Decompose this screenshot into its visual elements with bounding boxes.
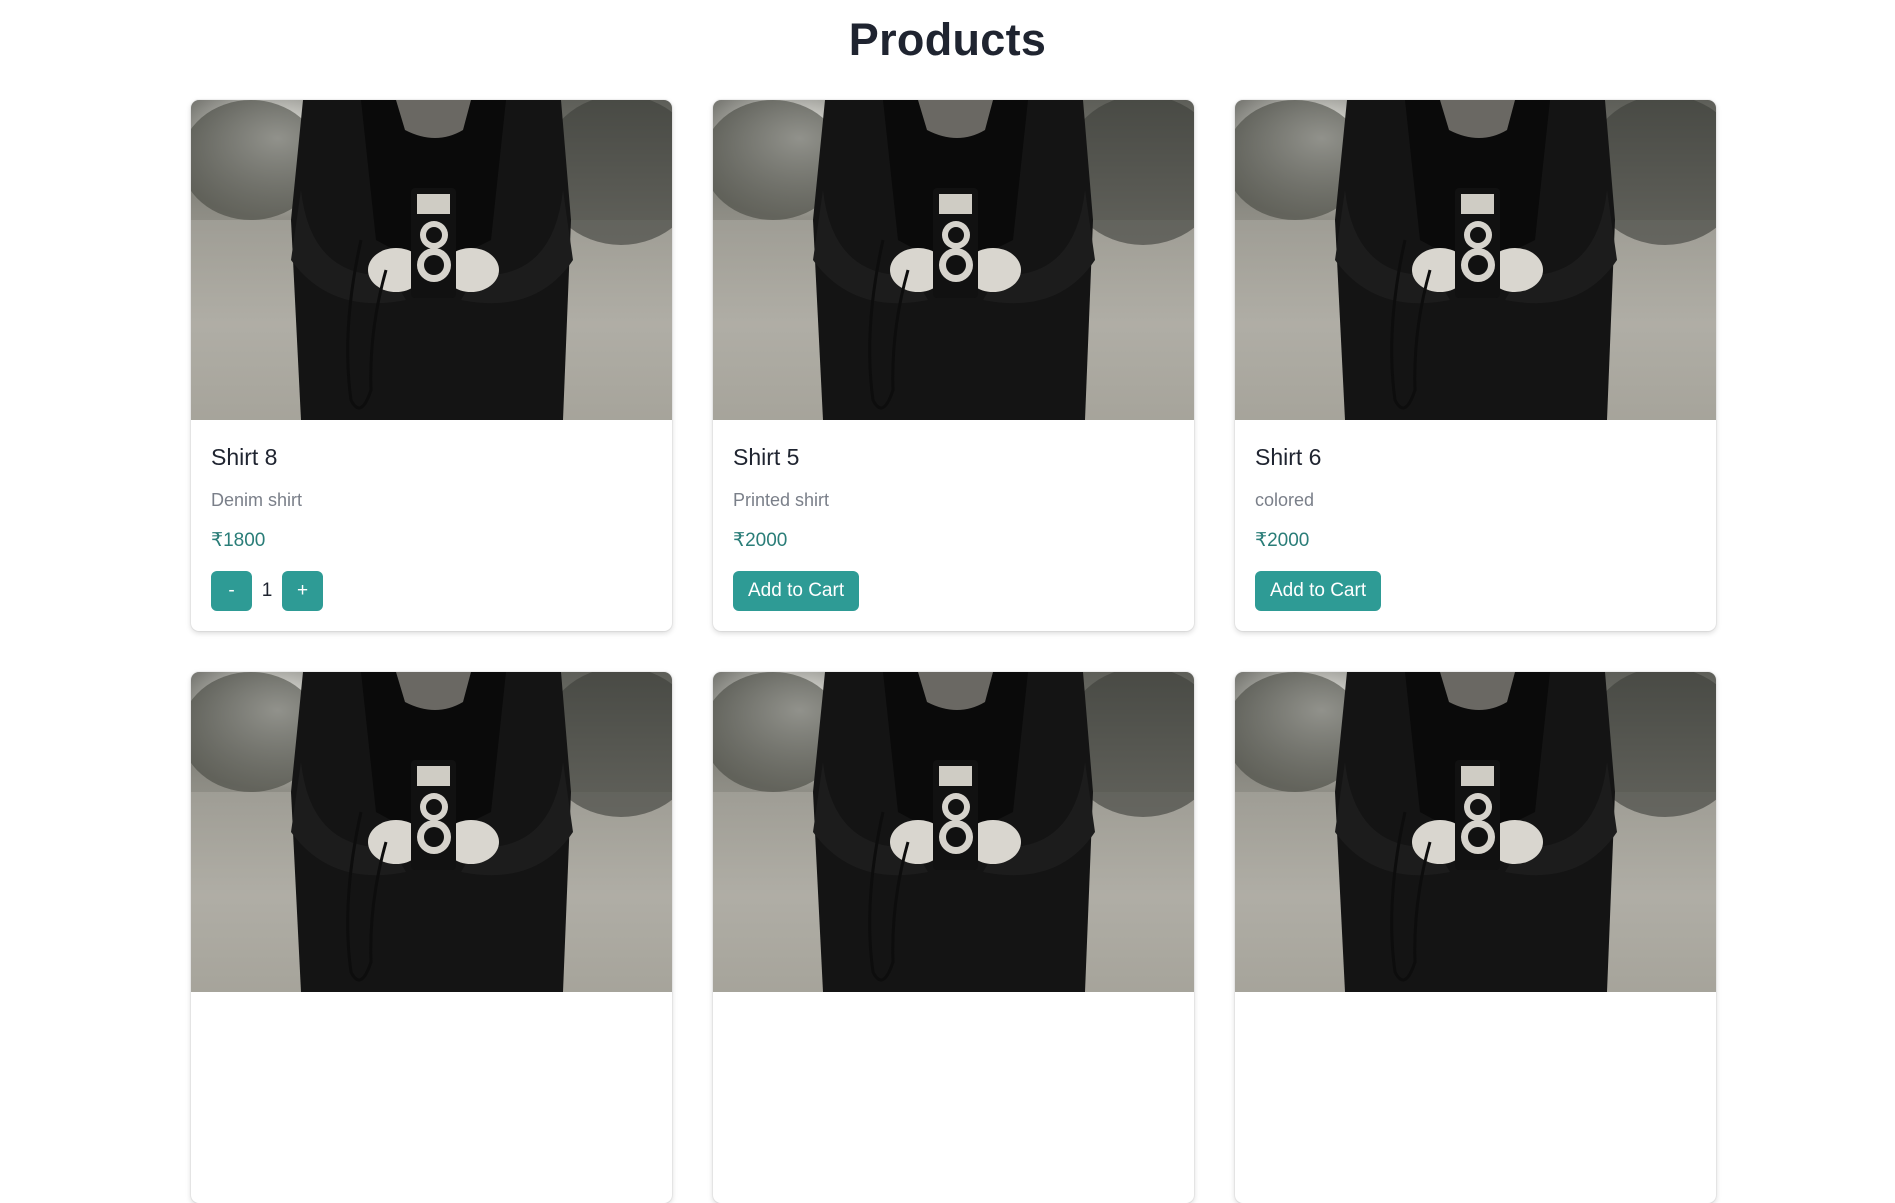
- product-price: ₹2000: [1255, 530, 1310, 551]
- product-price: ₹2000: [733, 530, 788, 551]
- product-description: colored: [1255, 490, 1315, 510]
- page-title: Products: [848, 14, 1047, 65]
- product-image: [191, 672, 672, 992]
- product-name: Shirt 5: [733, 444, 800, 470]
- product-card: [191, 672, 672, 1203]
- product-image: [1235, 672, 1716, 992]
- add-to-cart-button[interactable]: Add to Cart: [733, 571, 860, 611]
- product-grid: Shirt 8 Denim shirt ₹1800 - 1 + Shirt 5 …: [191, 100, 1716, 1203]
- product-image: [191, 100, 672, 420]
- product-name: Shirt 8: [211, 444, 278, 470]
- increase-quantity-button[interactable]: +: [282, 571, 323, 611]
- product-name: Shirt 6: [1255, 444, 1322, 470]
- quantity-value: 1: [261, 580, 273, 601]
- product-description: Denim shirt: [211, 490, 303, 510]
- product-description: Printed shirt: [733, 490, 830, 510]
- add-to-cart-button[interactable]: Add to Cart: [1255, 571, 1382, 611]
- product-name: [733, 1014, 1174, 1044]
- product-image: [713, 100, 1194, 420]
- product-card: Shirt 8 Denim shirt ₹1800 - 1 +: [191, 100, 672, 631]
- product-price: ₹1800: [211, 530, 266, 551]
- product-card: [1235, 672, 1716, 1203]
- product-card: Shirt 6 colored ₹2000 Add to Cart: [1235, 100, 1716, 631]
- product-card: Shirt 5 Printed shirt ₹2000 Add to Cart: [713, 100, 1194, 631]
- product-image: [713, 672, 1194, 992]
- decrease-quantity-button[interactable]: -: [211, 571, 252, 611]
- product-card: [713, 672, 1194, 1203]
- product-name: [1255, 1014, 1696, 1044]
- quantity-stepper: - 1 +: [211, 570, 652, 612]
- product-name: [211, 1014, 652, 1044]
- product-image: [1235, 100, 1716, 420]
